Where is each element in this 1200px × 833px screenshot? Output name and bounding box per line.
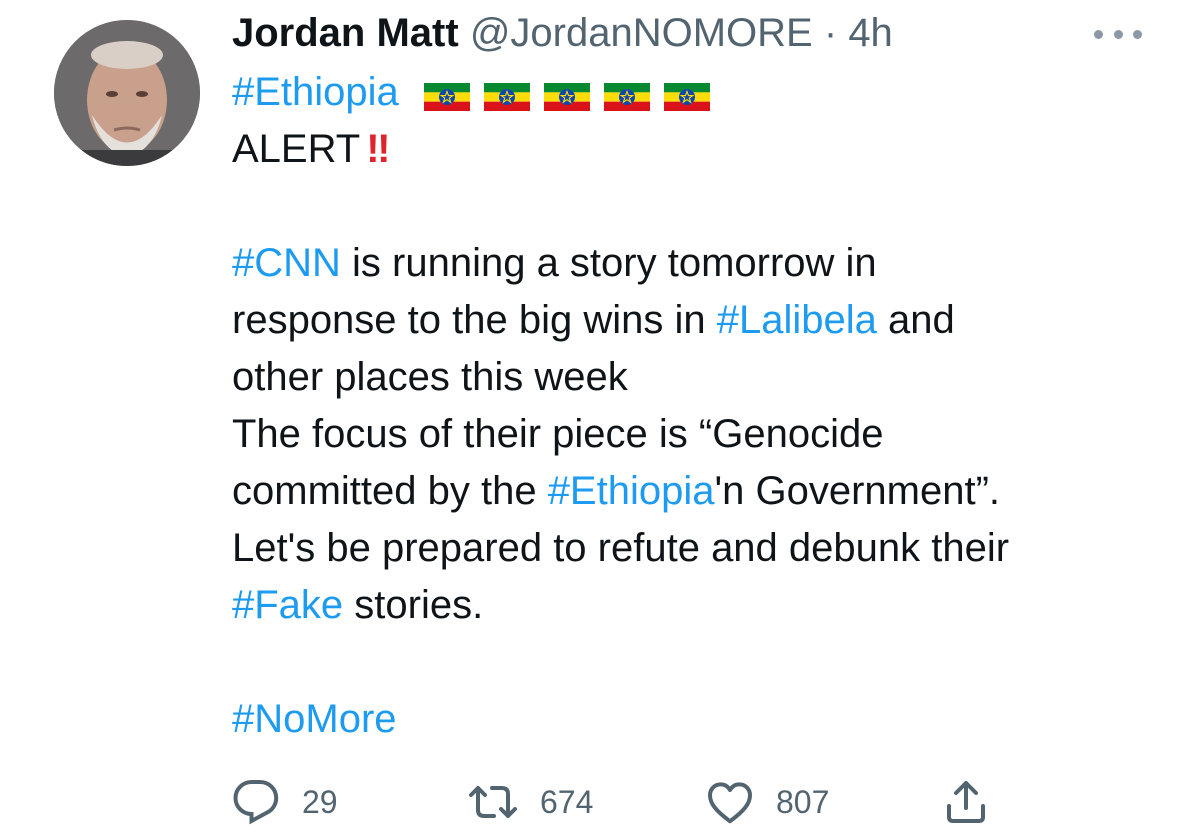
- hashtag-nomore[interactable]: #NoMore: [232, 697, 397, 741]
- retweet-button[interactable]: 674: [468, 778, 593, 826]
- ethiopia-flag-emoji: [603, 83, 650, 111]
- text-fragment: stories.: [343, 583, 484, 627]
- flag-emoji-group: [423, 83, 710, 111]
- author-name[interactable]: Jordan Matt: [232, 11, 459, 55]
- ethiopia-flag-emoji: [483, 83, 530, 111]
- retweet-count: 674: [540, 783, 594, 820]
- hashtag-ethiopia-2[interactable]: #Ethiopia: [548, 469, 715, 513]
- header-separator: ·: [823, 11, 838, 55]
- avatar[interactable]: [54, 20, 200, 166]
- tweet-header: Jordan Matt @JordanNOMORE · 4h: [232, 10, 893, 56]
- more-dot: [1094, 29, 1103, 39]
- hashtag-lalibela[interactable]: #Lalibela: [717, 298, 877, 342]
- reply-bubble-icon: [233, 780, 279, 825]
- more-dot: [1133, 29, 1142, 39]
- tweet-text: #Ethiopia ALERT ‼ #CNN is running a story…: [232, 64, 1152, 748]
- more-dot: [1113, 29, 1123, 39]
- avatar-portrait: [54, 20, 200, 166]
- text-fragment: is running a story tomorrow in: [340, 241, 877, 285]
- text-line-9: #NoMore: [232, 691, 1152, 748]
- ethiopia-flag-emoji: [663, 83, 710, 111]
- text-fragment: 'n Government”.: [714, 469, 1001, 513]
- text-line-7: Let's be prepared to refute and debunk t…: [232, 526, 1010, 570]
- author-handle[interactable]: @JordanNOMORE: [470, 11, 813, 55]
- more-dots-icon[interactable]: [1094, 24, 1142, 44]
- hashtag-ethiopia[interactable]: #Ethiopia: [232, 70, 399, 114]
- text-fragment: and: [876, 298, 955, 342]
- tweet-card[interactable]: Jordan Matt @JordanNOMORE · 4h #Ethiopia…: [0, 0, 1200, 833]
- double-exclamation-icon: ‼: [366, 127, 390, 171]
- share-button[interactable]: [942, 778, 990, 826]
- retweet-arrows-icon: [469, 786, 517, 818]
- ethiopia-flag-emoji: [423, 83, 470, 111]
- text-line-3: response to the big wins in #Lalibela an…: [232, 292, 1152, 349]
- hashtag-fake[interactable]: #Fake: [232, 583, 343, 627]
- text-line-6: committed by the #Ethiopia'n Government”…: [232, 463, 1152, 520]
- tweet-timestamp[interactable]: 4h: [848, 11, 893, 55]
- text-line-5: The focus of their piece is “Genocide: [232, 412, 884, 456]
- text-line-2: #CNN is running a story tomorrow in: [232, 235, 1152, 292]
- text-line-4: other places this week: [232, 355, 628, 399]
- share-upload-icon: [947, 781, 985, 823]
- like-button[interactable]: 807: [706, 778, 829, 826]
- text-line-alert: ALERT ‼: [232, 121, 1152, 178]
- reply-count: 29: [302, 783, 338, 820]
- ethiopia-flag-emoji: [543, 83, 590, 111]
- text-fragment: committed by the: [232, 469, 548, 513]
- text-line-8: #Fake stories.: [232, 577, 1152, 634]
- text-fragment: response to the big wins in: [232, 298, 717, 342]
- heart-icon: [708, 782, 752, 824]
- alert-text: ALERT: [232, 127, 361, 171]
- hashtag-cnn[interactable]: #CNN: [232, 241, 341, 285]
- text-line-1: #Ethiopia: [232, 64, 1152, 121]
- like-count: 807: [776, 783, 830, 820]
- tweet-actions: 29 674 807: [232, 778, 1032, 826]
- reply-button[interactable]: 29: [232, 778, 338, 826]
